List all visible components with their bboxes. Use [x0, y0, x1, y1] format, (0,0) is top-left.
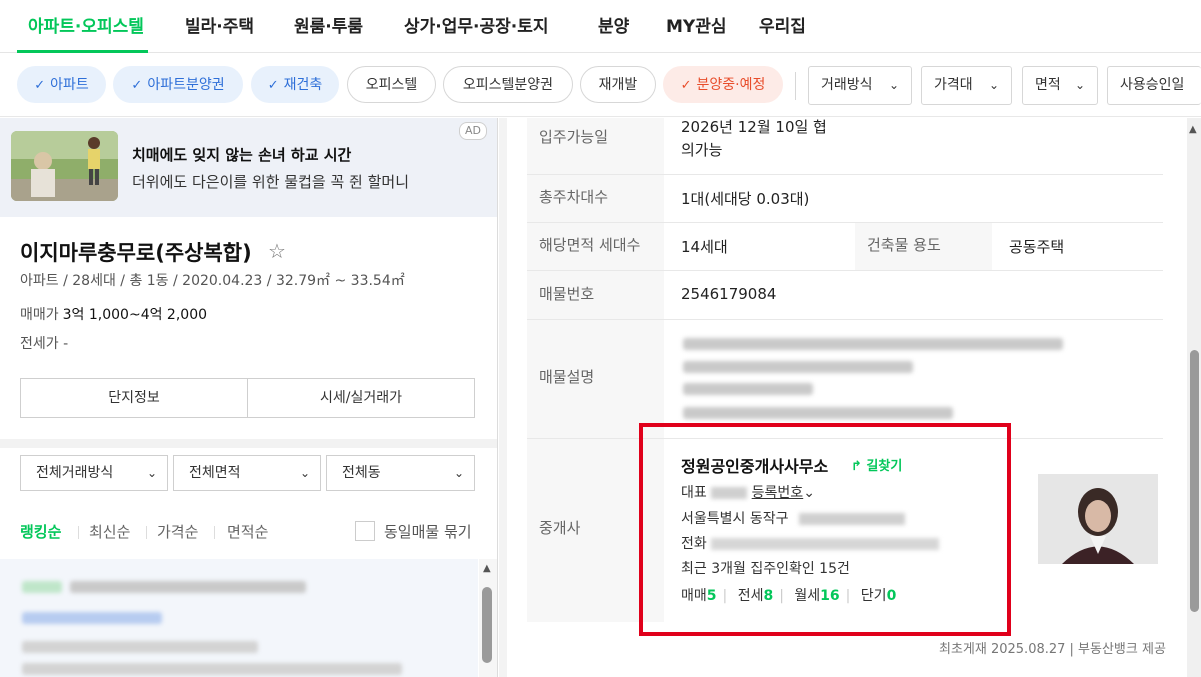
chevron-down-icon: ⌄ — [146, 466, 157, 480]
chip-apartment-presale-right[interactable]: ✓ 아파트분양권 — [113, 66, 243, 103]
tab-villa-house[interactable]: 빌라·주택 — [185, 12, 254, 37]
sale-price-label: 매매가 — [20, 307, 59, 323]
sort-divider — [214, 526, 215, 539]
chip-officetel-presale-right[interactable]: 오피스텔분양권 — [443, 66, 573, 103]
redacted-text — [70, 581, 306, 593]
ad-banner[interactable]: 치매에도 잊지 않는 손녀 하교 시간 더위에도 다은이를 위한 물컵을 꼭 쥔… — [0, 118, 497, 217]
jeonse-price: 전세가 - — [20, 336, 69, 352]
chip-reconstruction[interactable]: ✓ 재건축 — [251, 66, 339, 103]
sort-divider — [146, 526, 147, 539]
list-dong-dropdown[interactable]: 전체동 ⌄ — [326, 455, 475, 491]
parking-value: 1대(세대당 0.03대) — [681, 190, 810, 208]
building-use-label: 건축물 용도 — [855, 223, 992, 270]
trade-type-dropdown[interactable]: 거래방식 ⌄ — [808, 66, 912, 105]
scroll-up-icon[interactable]: ▲ — [483, 563, 491, 574]
complex-info-button[interactable]: 단지정보 — [20, 378, 248, 418]
chip-apartment[interactable]: ✓ 아파트 — [17, 66, 106, 103]
list-area-dropdown[interactable]: 전체면적 ⌄ — [173, 455, 321, 491]
active-tab-indicator — [17, 50, 148, 53]
agent-photo — [1038, 474, 1158, 564]
detail-scroll-thumb[interactable] — [1190, 350, 1199, 612]
sort-price[interactable]: 가격순 — [157, 521, 198, 542]
ad-title: 치매에도 잊지 않는 손녀 하교 시간 — [132, 146, 352, 164]
tab-oneroom-tworoom[interactable]: 원룸·투룸 — [294, 12, 363, 37]
redacted-text — [22, 581, 62, 593]
favorite-star-icon[interactable]: ☆ — [268, 239, 286, 263]
check-icon: ✓ — [34, 78, 46, 93]
group-same-listings-checkbox[interactable] — [355, 521, 375, 541]
sort-area[interactable]: 면적순 — [227, 521, 268, 542]
tab-presale[interactable]: 분양 — [598, 12, 629, 37]
check-icon: ✓ — [267, 78, 279, 93]
tab-my-home[interactable]: 우리집 — [759, 12, 806, 37]
filter-divider — [795, 72, 796, 100]
ad-badge: AD — [459, 122, 487, 140]
agent-highlight-box — [639, 423, 1011, 636]
units-value: 14세대 — [681, 238, 728, 256]
listing-number-label: 매물번호 — [527, 271, 664, 319]
detail-scrollbar[interactable]: ▲ — [1187, 118, 1201, 677]
check-icon: ✓ — [680, 78, 692, 93]
units-label: 해당면적 세대수 — [527, 223, 664, 270]
redacted-text — [22, 641, 258, 653]
redacted-text — [22, 663, 402, 675]
list-scroll-thumb[interactable] — [482, 587, 492, 663]
area-dropdown[interactable]: 면적 ⌄ — [1022, 66, 1098, 105]
redacted-text — [683, 361, 913, 373]
list-trade-type-dropdown[interactable]: 전체거래방식 ⌄ — [20, 455, 168, 491]
chevron-down-icon: ⌄ — [988, 78, 999, 92]
tab-my-interest[interactable]: MY관심 — [666, 12, 727, 37]
price-range-dropdown[interactable]: 가격대 ⌄ — [921, 66, 1012, 105]
sort-ranking[interactable]: 랭킹순 — [20, 521, 61, 542]
move-in-value-line2: 의가능 — [681, 141, 723, 159]
top-nav: 아파트·오피스텔 빌라·주택 원룸·투룸 상가·업무·공장·토지 분양 MY관심… — [0, 0, 1201, 53]
redacted-text — [683, 407, 953, 419]
scroll-up-icon[interactable]: ▲ — [1189, 124, 1197, 135]
group-same-listings-label: 동일매물 묶기 — [384, 523, 472, 541]
list-scrollbar[interactable]: ▲ — [479, 559, 497, 677]
complex-name: 이지마루충무로(주상복합) — [20, 241, 252, 265]
row-description: 매물설명 — [527, 320, 1163, 439]
chevron-down-icon: ⌄ — [299, 466, 310, 480]
redacted-text — [683, 338, 1063, 350]
parking-label: 총주차대수 — [527, 175, 664, 222]
tab-apt-officetel[interactable]: 아파트·오피스텔 — [28, 12, 144, 37]
left-panel: 치매에도 잊지 않는 손녀 하교 시간 더위에도 다은이를 위한 물컵을 꼭 쥔… — [0, 118, 498, 677]
redacted-text — [683, 383, 813, 395]
description-label: 매물설명 — [527, 320, 664, 438]
move-in-label: 입주가능일 — [527, 118, 664, 174]
row-move-in: 입주가능일 2026년 12월 10일 협 의가능 — [527, 118, 1163, 175]
row-listing-number: 매물번호 2546179084 — [527, 271, 1163, 320]
building-use-value: 공동주택 — [1009, 238, 1065, 256]
chevron-down-icon: ⌄ — [1074, 78, 1085, 92]
approval-date-dropdown[interactable]: 사용승인일 — [1107, 66, 1201, 105]
ad-thumbnail — [11, 131, 118, 201]
listing-number-value: 2546179084 — [681, 285, 777, 303]
sale-price-value: 3억 1,000~4억 2,000 — [62, 307, 208, 323]
chevron-down-icon: ⌄ — [453, 466, 464, 480]
sort-divider — [78, 526, 79, 539]
chip-presale-upcoming[interactable]: ✓ 분양중·예정 — [663, 66, 783, 103]
chevron-down-icon: ⌄ — [888, 78, 899, 92]
ad-subtitle: 더위에도 다은이를 위한 물컵을 꼭 쥔 할머니 — [132, 173, 410, 191]
check-icon: ✓ — [131, 78, 143, 93]
complex-meta: 아파트 / 28세대 / 총 1동 / 2020.04.23 / 32.79㎡ … — [20, 273, 405, 289]
price-history-button[interactable]: 시세/실거래가 — [247, 378, 475, 418]
row-parking: 총주차대수 1대(세대당 0.03대) — [527, 175, 1163, 223]
sort-latest[interactable]: 최신순 — [89, 521, 130, 542]
redacted-text — [22, 612, 162, 624]
chip-redevelopment[interactable]: 재개발 — [580, 66, 656, 103]
tab-commercial[interactable]: 상가·업무·공장·토지 — [404, 12, 549, 37]
listing-footer-note: 최초게재 2025.08.27 | 부동산뱅크 제공 — [939, 642, 1166, 657]
chip-officetel[interactable]: 오피스텔 — [347, 66, 436, 103]
section-divider — [0, 439, 497, 448]
listing-list[interactable] — [0, 559, 478, 677]
move-in-value-line1: 2026년 12월 10일 협 — [681, 118, 827, 136]
filter-bar: ✓ 아파트 ✓ 아파트분양권 ✓ 재건축 오피스텔 오피스텔분양권 재개발 ✓ 분양중·… — [0, 54, 1201, 117]
row-units: 해당면적 세대수 14세대 건축물 용도 공동주택 — [527, 223, 1163, 271]
sale-price: 매매가 3억 1,000~4억 2,000 — [20, 304, 207, 324]
